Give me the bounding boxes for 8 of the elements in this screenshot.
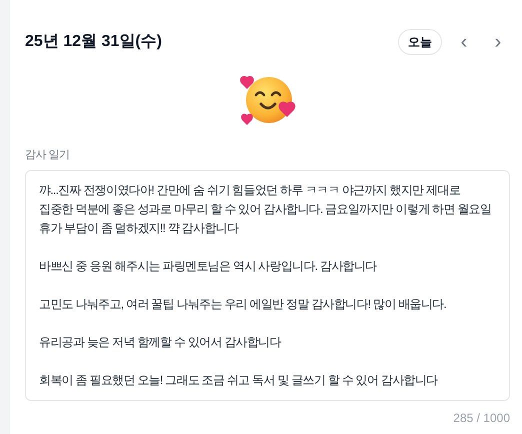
previous-button[interactable]: ‹ (452, 29, 476, 55)
date-title: 25년 12월 31일(수) (25, 32, 163, 52)
character-counter: 285 / 1000 (453, 410, 510, 426)
next-button[interactable]: › (486, 29, 510, 55)
today-button[interactable]: 오늘 (398, 29, 442, 55)
diary-textarea[interactable]: 꺄...진짜 전쟁이였다아! 간만에 숨 쉬기 힘들었던 하루 ㅋㅋㅋ 야근까지 했지만 제대로 집중한 덕분에 좋은 성과로 마무리 할 수 있어 감사합니다. 금요일까지만 이렇게 하면 월요일 휴가 부담이 좀 덜하겠지!! 꺅 감사합니다 바쁘신 중 응원 해주시는 파링멘토님은 역시 사랑입니다. 감사합니다 고민도 나눠주고, 여러 꿀팁 나눠주는 우리 에일반 정말 감사합니다! 많이 배웁니다. 유리공과 늦은 저녁 함께할 수 있어서 감사합니다 회복이 좀 필요했던 오늘! 그래도 조금 쉬고 독서 및 글쓰기 할 수 있어 감사합니다 (25, 170, 510, 400)
field-label: 감사 일기 (25, 148, 71, 163)
smiling-face-with-hearts-icon (238, 73, 296, 127)
